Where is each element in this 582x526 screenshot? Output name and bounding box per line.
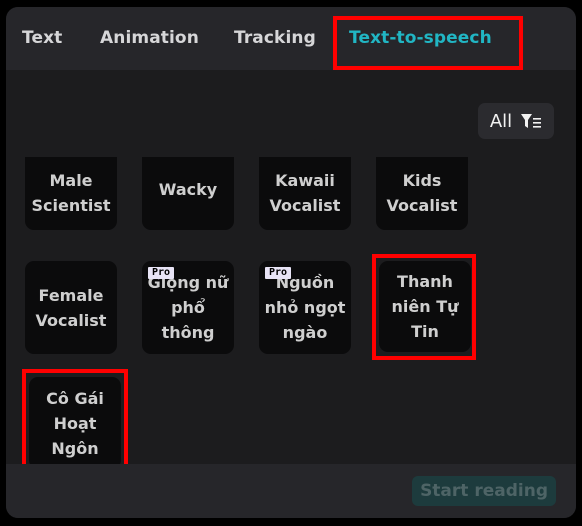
voice-card[interactable]: Kids Vocalist <box>376 157 468 230</box>
text-panel: Text Animation Tracking Text-to-speech A… <box>6 7 576 518</box>
footer-bar: Start reading <box>6 464 576 518</box>
voice-card[interactable]: Wacky <box>142 157 234 230</box>
filter-button[interactable]: All <box>478 103 554 139</box>
tab-text-to-speech[interactable]: Text-to-speech <box>349 28 492 48</box>
tab-text[interactable]: Text <box>22 28 62 48</box>
voice-card[interactable]: Kawaii Vocalist <box>259 157 351 230</box>
pro-badge: Pro <box>148 267 175 279</box>
filter-icon <box>520 112 542 130</box>
voice-label: Kids Vocalist <box>386 170 458 215</box>
filter-label: All <box>489 110 513 132</box>
voice-label: Male Scientist <box>31 170 111 215</box>
voice-card[interactable]: Pro Giọng nữ phổ thông <box>142 261 234 354</box>
voice-card[interactable]: Female Vocalist <box>25 261 117 354</box>
tab-bar: Text Animation Tracking Text-to-speech <box>6 7 576 70</box>
voice-label: Cô Gái Hoạt Ngôn <box>46 388 104 458</box>
voice-grid: Male Scientist Wacky Kawaii Vocalist Kid… <box>6 157 576 464</box>
tab-animation[interactable]: Animation <box>100 28 199 48</box>
voice-label: Kawaii Vocalist <box>269 170 341 215</box>
voice-card[interactable]: Thanh niên Tự Tin <box>379 261 471 352</box>
tab-tracking[interactable]: Tracking <box>234 28 316 48</box>
voice-label: Giọng nữ phổ thông <box>147 273 229 342</box>
voice-label: Thanh niên Tự Tin <box>391 272 459 341</box>
voice-label: Wacky <box>158 180 218 199</box>
voice-card[interactable]: Pro Nguồn nhỏ ngọt ngào <box>259 261 351 354</box>
pro-badge: Pro <box>265 267 292 279</box>
voice-card[interactable]: Cô Gái Hoạt Ngôn <box>29 377 121 464</box>
voice-label: Nguồn nhỏ ngọt ngào <box>264 273 346 342</box>
voice-label: Female Vocalist <box>35 285 107 330</box>
start-reading-button[interactable]: Start reading <box>412 476 556 506</box>
voice-card[interactable]: Male Scientist <box>25 157 117 230</box>
